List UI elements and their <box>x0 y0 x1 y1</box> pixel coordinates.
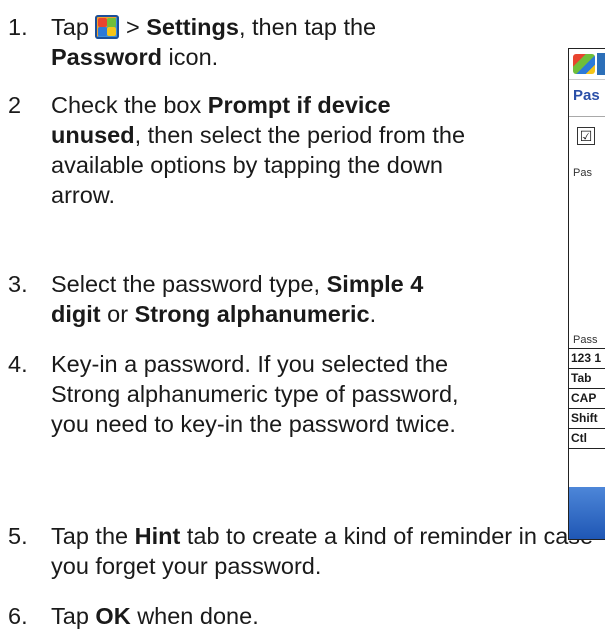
keyboard-key[interactable]: 123 1 <box>569 348 605 369</box>
step-text: Key-in a password. If you selected the S… <box>51 351 459 437</box>
password-type-label: Pas <box>573 167 592 179</box>
keyboard-key[interactable]: CAP <box>569 388 605 409</box>
device-page-title: Pas <box>573 87 600 104</box>
step-text: Select the password type, Simple 4 digit… <box>51 271 424 327</box>
step-number: 5. <box>8 523 28 549</box>
keyboard-key[interactable]: Shift <box>569 408 605 429</box>
step-text: Tap OK when done. <box>51 603 259 629</box>
windows-start-icon[interactable] <box>573 54 595 74</box>
step-number: 4. <box>8 351 28 377</box>
password-label: Pass <box>573 334 598 346</box>
keyboard-key[interactable]: Ctl <box>569 428 605 449</box>
step-text: Tap the Hint tab to create a kind of rem… <box>51 523 594 579</box>
step-text: Check the box Prompt if device unused, t… <box>51 92 466 208</box>
keyboard-key[interactable]: Tab <box>569 368 605 389</box>
title-bar-edge <box>597 53 605 75</box>
step-number: 1. <box>8 14 28 40</box>
device-bottom-bar <box>569 487 605 539</box>
step-number: 3. <box>8 271 28 297</box>
windows-start-icon <box>95 15 120 39</box>
step-number: 6. <box>8 603 28 629</box>
prompt-checkbox[interactable]: ☑ <box>577 127 595 145</box>
step-text: Tap > Settings, then tap the Password ic… <box>51 14 377 70</box>
device-title-bar <box>569 49 605 80</box>
device-screenshot: Pas ☑ Pas Pass 123 1 Tab CAP Shift Ctl <box>568 48 605 540</box>
device-page-header: Pas <box>569 80 605 117</box>
soft-keyboard: 123 1 Tab CAP Shift Ctl <box>569 348 605 449</box>
step-number: 2 <box>8 92 22 118</box>
